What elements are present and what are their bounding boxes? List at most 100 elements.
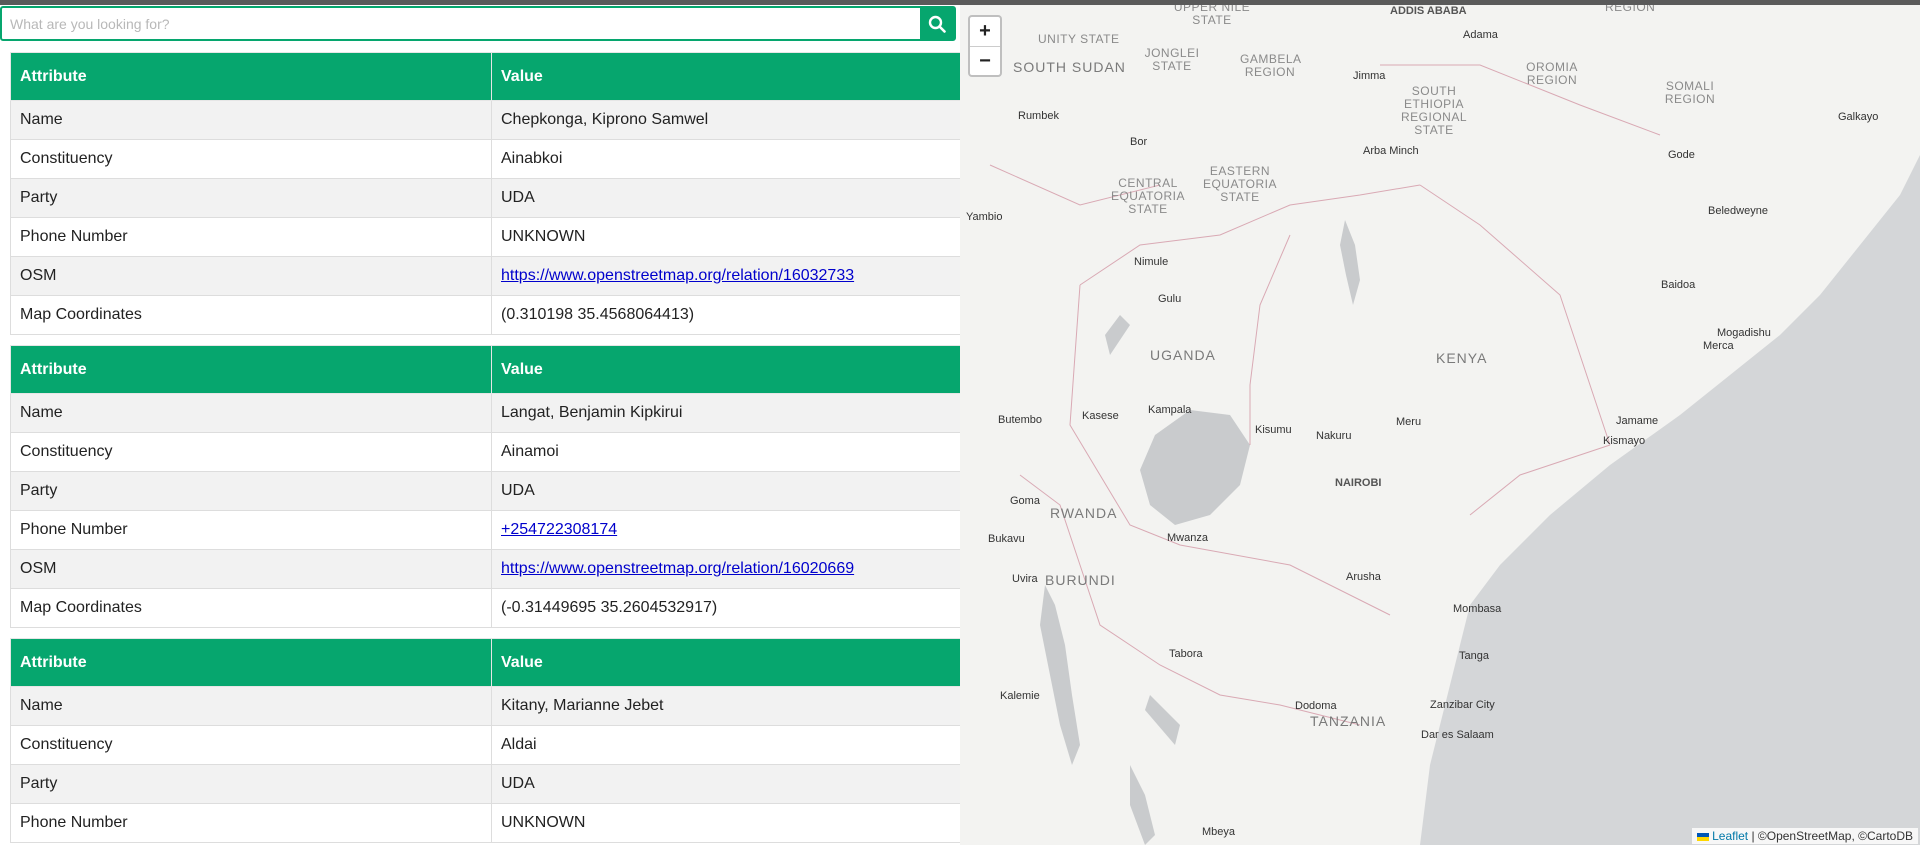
- attribute-header: Attribute: [10, 345, 492, 394]
- city-label: Mbeya: [1202, 826, 1236, 838]
- value-cell: +254722308174: [491, 510, 960, 550]
- table-row: Name Langat, Benjamin Kipkirui: [10, 393, 960, 433]
- region-label: CENTRAL EQUATORIA STATE: [1110, 176, 1186, 216]
- results-panel[interactable]: Attribute Value Name Chepkonga, Kiprono …: [0, 5, 960, 851]
- attribute-cell: Constituency: [10, 139, 492, 179]
- value-cell: UNKNOWN: [491, 217, 960, 257]
- city-label: Beledweyne: [1708, 205, 1768, 217]
- city-label: Kalemie: [1000, 690, 1040, 702]
- table-row: Party UDA: [10, 471, 960, 511]
- city-label: Meru: [1396, 416, 1422, 428]
- table-header-row: Attribute Value: [10, 638, 960, 687]
- table-row: Phone Number UNKNOWN: [10, 217, 960, 257]
- search-button[interactable]: [920, 8, 954, 39]
- city-label: Baidoa: [1661, 279, 1696, 291]
- city-label: ADDIS ABABA: [1390, 5, 1467, 17]
- city-label: Mwanza: [1167, 532, 1208, 544]
- table-row: Constituency Ainabkoi: [10, 139, 960, 179]
- zoom-in-button[interactable]: +: [970, 17, 1000, 47]
- osm-link[interactable]: https://www.openstreetmap.org/relation/1…: [501, 560, 854, 577]
- attribute-cell: Party: [10, 471, 492, 511]
- city-label: Bukavu: [988, 533, 1025, 545]
- country-label: UGANDA: [1150, 347, 1216, 363]
- city-label: Uvira: [1012, 573, 1038, 585]
- city-label: Arba Minch: [1363, 145, 1419, 157]
- attribute-cell: Party: [10, 764, 492, 804]
- lake-turkana: [1340, 220, 1360, 305]
- value-header: Value: [491, 345, 960, 394]
- leaflet-link[interactable]: Leaflet: [1712, 829, 1748, 843]
- osm-link[interactable]: https://www.openstreetmap.org/relation/1…: [501, 267, 854, 284]
- attribute-cell: OSM: [10, 256, 492, 296]
- city-label: Adama: [1463, 29, 1498, 41]
- lake-victoria: [1140, 410, 1250, 525]
- zoom-control: + −: [968, 15, 1002, 77]
- city-label: Kampala: [1148, 404, 1192, 416]
- value-cell: (-0.31449695 35.2604532917): [491, 588, 960, 628]
- attribute-cell: Party: [10, 178, 492, 218]
- city-label: Butembo: [998, 414, 1043, 426]
- city-label: Zanzibar City: [1430, 699, 1495, 711]
- attribute-cell: Map Coordinates: [10, 295, 492, 335]
- zoom-out-button[interactable]: −: [970, 47, 1000, 76]
- region-label: JONGLEI STATE: [1144, 46, 1200, 73]
- value-cell: https://www.openstreetmap.org/relation/1…: [491, 256, 960, 296]
- value-header: Value: [491, 638, 960, 687]
- attribute-cell: Constituency: [10, 725, 492, 765]
- region-label: UPPER NILE STATE: [1173, 5, 1251, 27]
- bottom-edge: [0, 845, 1920, 851]
- region-label: SOMALI REGION: [1664, 79, 1716, 106]
- city-label: Dar es Salaam: [1421, 729, 1494, 741]
- value-cell: Langat, Benjamin Kipkirui: [491, 393, 960, 433]
- city-label: Nimule: [1134, 256, 1169, 268]
- map-view[interactable]: KENYA UGANDA RWANDA BURUNDI TANZANIA SOU…: [960, 5, 1920, 845]
- country-label: TANZANIA: [1310, 713, 1387, 729]
- region-label: UNITY STATE: [1038, 32, 1120, 46]
- attribute-cell: Constituency: [10, 432, 492, 472]
- value-cell: UDA: [491, 471, 960, 511]
- city-label: Mogadishu: [1717, 327, 1771, 339]
- region-label: EASTERN EQUATORIA STATE: [1202, 164, 1278, 204]
- table-row: OSM https://www.openstreetmap.org/relati…: [10, 549, 960, 589]
- value-cell: https://www.openstreetmap.org/relation/1…: [491, 549, 960, 589]
- attribute-cell: Phone Number: [10, 217, 492, 257]
- table-row: Phone Number UNKNOWN: [10, 803, 960, 843]
- city-label: Jimma: [1353, 70, 1386, 82]
- country-label: BURUNDI: [1045, 572, 1116, 588]
- table-header-row: Attribute Value: [10, 345, 960, 394]
- city-label: Kisumu: [1255, 424, 1292, 436]
- city-label: Kismayo: [1603, 435, 1646, 447]
- value-cell: Kitany, Marianne Jebet: [491, 686, 960, 726]
- table-row: Map Coordinates (-0.31449695 35.26045329…: [10, 588, 960, 628]
- city-label: Rumbek: [1018, 110, 1059, 122]
- table-row: Phone Number +254722308174: [10, 510, 960, 550]
- region-label: OROMIA REGION: [1526, 60, 1578, 87]
- table-row: Party UDA: [10, 764, 960, 804]
- search-icon: [928, 15, 946, 33]
- attribute-cell: Phone Number: [10, 803, 492, 843]
- search-input[interactable]: [2, 8, 920, 39]
- value-cell: UDA: [491, 764, 960, 804]
- region-label: GAMBELA REGION: [1240, 52, 1302, 79]
- country-label: KENYA: [1436, 350, 1488, 366]
- city-label: Tabora: [1169, 648, 1203, 660]
- map-attribution: Leaflet | ©OpenStreetMap, ©CartoDB: [1691, 828, 1918, 844]
- attribute-cell: Map Coordinates: [10, 588, 492, 628]
- attribute-cell: Name: [10, 393, 492, 433]
- attribute-header: Attribute: [10, 52, 492, 101]
- value-header: Value: [491, 52, 960, 101]
- value-cell: (0.310198 35.4568064413): [491, 295, 960, 335]
- attribute-cell: OSM: [10, 549, 492, 589]
- ocean: [1420, 155, 1920, 845]
- lake-tanganyika: [1040, 585, 1080, 765]
- attribute-cell: Name: [10, 686, 492, 726]
- value-cell: Ainamoi: [491, 432, 960, 472]
- country-label: RWANDA: [1050, 505, 1118, 521]
- country-label: SOUTH SUDAN: [1013, 59, 1126, 75]
- city-label: Yambio: [966, 211, 1003, 223]
- attribute-cell: Phone Number: [10, 510, 492, 550]
- city-label: Gulu: [1158, 293, 1182, 305]
- phone-link[interactable]: +254722308174: [501, 521, 617, 538]
- city-label: NAIROBI: [1335, 477, 1382, 489]
- ukraine-flag-icon: [1696, 832, 1709, 841]
